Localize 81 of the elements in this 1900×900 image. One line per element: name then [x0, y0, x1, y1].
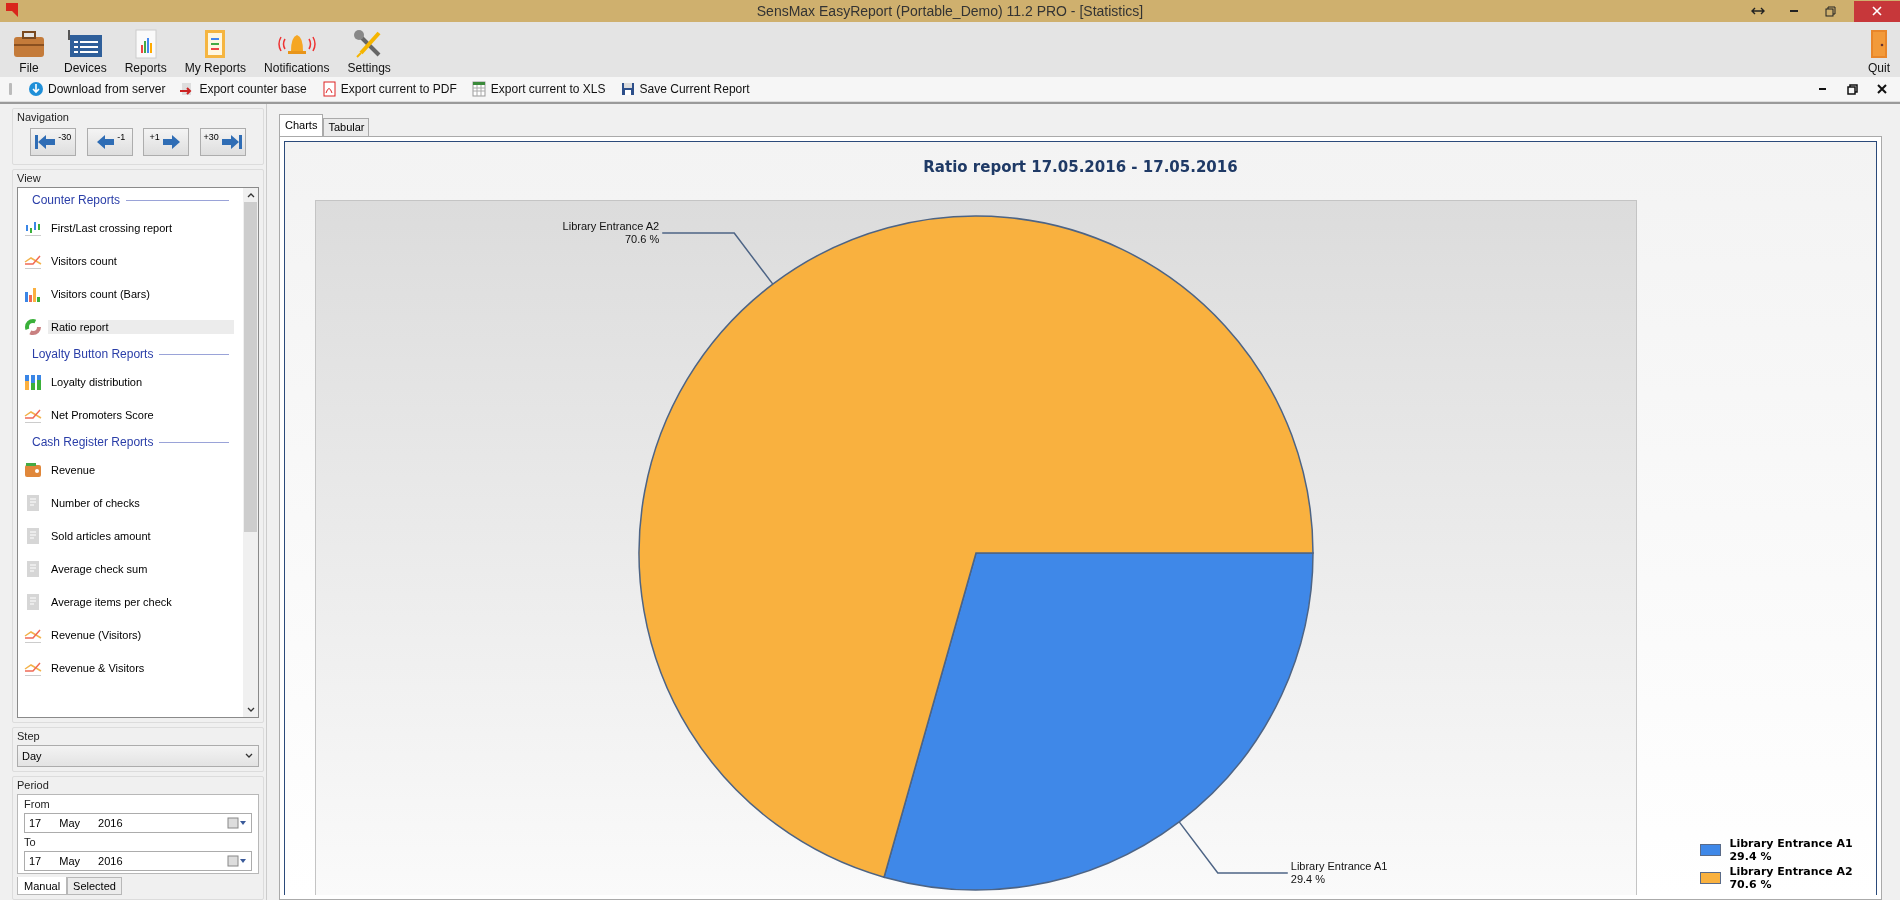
door-icon: [1868, 29, 1890, 59]
ribbon-button[interactable]: File: [10, 29, 48, 75]
report-list-item[interactable]: Revenue (Visitors): [48, 627, 145, 642]
navigation-button[interactable]: -1: [86, 128, 133, 156]
restore-icon: [1824, 5, 1836, 17]
window-title: SensMax EasyReport (Portable_Demo) 11.2 PRO - [Statistics]: [755, 3, 1145, 19]
date-field[interactable]: 17 May 2016: [24, 813, 252, 833]
report-list-item[interactable]: Average items per check: [48, 594, 175, 609]
report-list-item[interactable]: Net Promoters Score: [48, 407, 157, 422]
data-label: 29.4 %: [1290, 872, 1326, 885]
scrollbar[interactable]: [243, 188, 258, 717]
minimize-icon: [1817, 88, 1827, 90]
app-logo-icon: [4, 0, 20, 19]
ribbon-button[interactable]: Settings: [345, 29, 393, 75]
grip-icon: [6, 81, 14, 97]
close-icon: [1872, 6, 1882, 16]
report-list-item[interactable]: Visitors count (Bars): [48, 286, 153, 301]
toolbar-button[interactable]: Export current to PDF: [320, 81, 457, 97]
report-list-item[interactable]: Average check sum: [48, 561, 151, 576]
download-globe-icon: [28, 81, 44, 97]
toolbar-button[interactable]: Export current to XLS: [470, 81, 606, 97]
report-list-item[interactable]: Ratio report: [48, 319, 234, 334]
restore-icon: [1846, 83, 1858, 95]
field-label: To: [24, 836, 37, 848]
group-title: Navigation: [17, 111, 70, 123]
step-dropdown[interactable]: Day: [17, 745, 259, 767]
report-list-item[interactable]: First/Last crossing report: [48, 220, 176, 235]
toolbar-button[interactable]: Download from server: [28, 81, 166, 97]
navigation-button[interactable]: +1: [143, 128, 190, 156]
ring-chart-icon: [24, 317, 42, 336]
tab[interactable]: Charts: [279, 114, 324, 136]
ribbon-button[interactable]: Devices: [62, 29, 109, 75]
pdf-icon: [320, 81, 337, 97]
spreadsheet-icon: [470, 81, 487, 97]
legend-label: Library Entrance A1 29.4 %: [1729, 837, 1853, 863]
toolbar-button[interactable]: Export counter base: [179, 81, 307, 97]
list-group-header: Loyalty Button Reports: [32, 347, 154, 361]
stacked-bar-icon: [24, 372, 42, 391]
quit-button[interactable]: Quit: [1866, 29, 1892, 75]
ribbon-button[interactable]: Notifications: [262, 29, 332, 75]
report-chart-icon: [132, 29, 159, 59]
group-title: Step: [17, 730, 41, 742]
report-list-item[interactable]: Revenue & Visitors: [48, 660, 148, 675]
receipt-icon: [24, 559, 42, 578]
arrow-to-bar-icon: [35, 134, 58, 150]
legend-label: Library Entrance A2 70.6 %: [1729, 865, 1853, 891]
navigation-button[interactable]: +30: [199, 128, 246, 156]
wallet-icon: [24, 460, 42, 479]
tab[interactable]: Tabular: [323, 118, 370, 136]
double-arrow-icon: [1751, 6, 1765, 16]
chart-title: Ratio report 17.05.2016 - 17.05.2016: [923, 158, 1238, 178]
list-group-header: Counter Reports: [32, 193, 121, 207]
toolbar-button[interactable]: Save Current Report: [619, 81, 750, 97]
list-group-header: Cash Register Reports: [32, 435, 154, 449]
data-label: Library Entrance A2: [562, 220, 660, 233]
tab[interactable]: Selected: [67, 877, 122, 895]
receipt-icon: [24, 526, 42, 545]
data-label: 70.6 %: [624, 233, 660, 246]
calendar-icon: [227, 855, 247, 867]
date-field[interactable]: 17 May 2016: [24, 851, 252, 871]
report-list-item[interactable]: Sold articles amount: [48, 528, 154, 543]
report-list-item[interactable]: Loyalty distribution: [48, 374, 146, 389]
close-icon: [1877, 84, 1887, 94]
field-label: From: [24, 798, 51, 810]
navigation-button[interactable]: -30: [30, 128, 77, 156]
report-list-item[interactable]: Revenue: [48, 462, 99, 477]
report-list-item[interactable]: Number of checks: [48, 495, 143, 510]
report-list-item[interactable]: Visitors count: [48, 253, 120, 268]
briefcase-icon: [12, 29, 46, 59]
data-label: Library Entrance A1: [1290, 859, 1388, 872]
receipt-icon: [24, 493, 42, 512]
minimize-icon: [1789, 10, 1799, 12]
group-title: Period: [17, 779, 50, 791]
device-list-icon: [67, 29, 104, 59]
ribbon-button[interactable]: Reports: [122, 29, 169, 75]
receipt-icon: [24, 592, 42, 611]
ribbon-button[interactable]: My Reports: [182, 29, 249, 75]
group-title: View: [17, 172, 42, 184]
arrow-to-bar-icon: [219, 134, 242, 150]
tab[interactable]: Manual: [17, 877, 68, 895]
calendar-icon: [227, 817, 247, 829]
